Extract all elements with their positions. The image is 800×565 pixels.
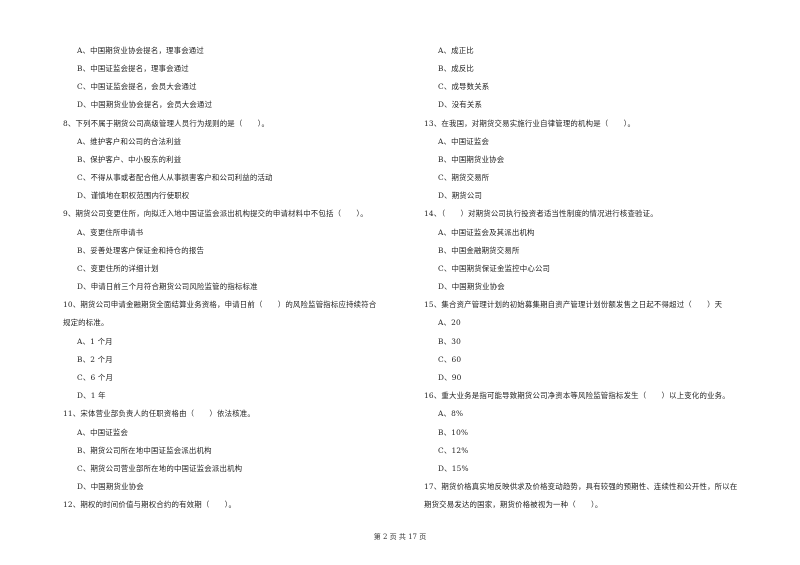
q9-option-a: A、变更住所申请书 [77,228,144,237]
q10-stem-line1: 10、期货公司申请金融期货全面结算业务资格，申请日前（ ）的风险监管指标应持续符… [63,300,377,309]
q14-option-b: B、中国金融期货交易所 [438,246,520,255]
q8-option-b: B、保护客户、中小股东的利益 [77,155,182,164]
q8-option-d: D、谨慎地在职权范围内行使职权 [77,191,190,200]
q9-option-c: C、变更住所的详细计划 [77,264,159,273]
q17-stem-line1: 17、期货价格真实地反映供求及价格变动趋势，具有较强的预期性、连续性和公开性，所… [424,482,738,491]
q8-stem: 8、下列不属于期货公司高级管理人员行为规则的是（ ）。 [63,119,270,128]
q14-stem: 14、（ ）对期货公司执行投资者适当性制度的情况进行核查验证。 [424,209,658,218]
q15-option-a: A、20 [438,318,461,327]
q11-option-a: A、中国证监会 [77,428,129,437]
q11-option-b: B、期货公司所在地中国证监会派出机构 [77,446,212,455]
q9-option-d: D、申请日前三个月符合期货公司风险监管的指标标准 [77,282,258,291]
q7-option-c: C、中国证监会提名，会员大会通过 [77,82,197,91]
q15-option-c: C、60 [438,355,462,364]
q8-option-c: C、不得从事或者配合他人从事损害客户和公司利益的活动 [77,173,273,182]
q17-stem-line2: 期货交易发达的国家，期货价格被视为一种（ ）。 [424,500,603,509]
q11-stem: 11、宋体营业部负责人的任职资格由（ ）依法核准。 [63,409,255,418]
q13-option-a: A、中国证监会 [438,137,490,146]
q16-option-d: D、15% [438,464,469,473]
q16-option-b: B、10% [438,428,469,437]
q15-option-d: D、90 [438,373,462,382]
q12-stem: 12、期权的时间价值与期权合约的有效期（ ）。 [63,500,237,509]
q16-option-a: A、8% [438,409,464,418]
q16-option-c: C、12% [438,446,469,455]
q13-option-b: B、中国期货业协会 [438,155,505,164]
q16-stem: 16、重大业务是指可能导致期货公司净资本等风险监管指标发生（ ）以上变化的业务。 [424,391,730,400]
q11-option-d: D、中国期货业协会 [77,482,144,491]
q7-option-b: B、中国证监会提名，理事会通过 [77,64,189,73]
q14-option-c: C、中国期货保证金监控中心公司 [438,264,551,273]
q12-option-d: D、没有关系 [438,100,483,109]
q9-option-b: B、妥善处理客户保证金和持仓的报告 [77,246,205,255]
q8-option-a: A、维护客户和公司的合法利益 [77,137,182,146]
q7-option-d: D、中国期货业协会提名，会员大会通过 [77,100,213,109]
q13-option-d: D、期货公司 [438,191,483,200]
q14-option-a: A、中国证监会及其派出机构 [438,228,535,237]
q13-option-c: C、期货交易所 [438,173,490,182]
q15-stem: 15、集合资产管理计划的初始募集期自资产管理计划份额发售之日起不得超过（ ）天 [424,300,723,309]
q13-stem: 13、在我国，对期货交易实施行业自律管理的机构是（ ）。 [424,119,636,128]
q12-option-a: A、成正比 [438,46,474,55]
q12-option-b: B、成反比 [438,64,474,73]
q12-option-c: C、成导数关系 [438,82,490,91]
q11-option-c: C、期货公司营业部所在地的中国证监会派出机构 [77,464,243,473]
q15-option-b: B、30 [438,337,462,346]
q10-option-c: C、6 个月 [77,373,114,382]
q10-stem-line2: 规定的标准。 [63,318,109,327]
q10-option-b: B、2 个月 [77,355,113,364]
q14-option-d: D、中国期货业协会 [438,282,505,291]
q10-option-d: D、1 年 [77,391,106,400]
page-number: 第 2 页 共 17 页 [373,533,427,541]
q7-option-a: A、中国期货业协会提名，理事会通过 [77,46,204,55]
q9-stem: 9、期货公司变更住所，向拟迁入地中国证监会派出机构提交的申请材料中不包括（ ）。 [63,209,368,218]
q10-option-a: A、1 个月 [77,337,113,346]
